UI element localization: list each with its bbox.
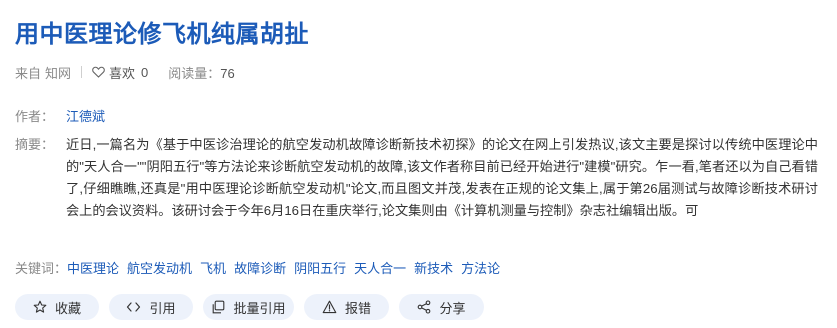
- batch-cite-label: 批量引用: [233, 300, 286, 316]
- keyword-link[interactable]: 飞机: [200, 258, 226, 280]
- author-link[interactable]: 江德斌: [66, 106, 105, 128]
- report-label: 报错: [344, 300, 371, 316]
- star-icon: [33, 300, 47, 313]
- source-label: 来自: [15, 65, 42, 81]
- action-bar: 收藏 引用 批量引用 报错 分享: [15, 294, 494, 320]
- batch-cite-button[interactable]: 批量引用: [203, 294, 294, 320]
- meta-divider: [81, 66, 83, 78]
- like-button[interactable]: 喜欢 0: [92, 63, 148, 82]
- share-icon: [418, 300, 431, 314]
- keywords-label: 关键词：: [15, 261, 68, 276]
- source-name: 知网: [45, 65, 72, 81]
- share-button[interactable]: 分享: [399, 294, 484, 320]
- like-count: 0: [141, 64, 149, 80]
- keyword-link[interactable]: 天人合一: [354, 258, 406, 280]
- keyword-link[interactable]: 中医理论: [67, 258, 119, 280]
- cite-button[interactable]: 引用: [109, 294, 193, 320]
- heart-icon: [92, 66, 105, 78]
- page-title: 用中医理论修飞机纯属胡扯: [15, 21, 309, 48]
- favorite-label: 收藏: [54, 300, 81, 316]
- reads-value: 76: [220, 65, 235, 81]
- warning-icon: [322, 300, 337, 314]
- favorite-button[interactable]: 收藏: [15, 294, 99, 320]
- code-icon: [127, 302, 141, 312]
- copy-icon: [213, 300, 225, 314]
- author-label: 作者：: [15, 109, 55, 124]
- cite-label: 引用: [149, 300, 176, 316]
- share-label: 分享: [439, 300, 466, 316]
- keyword-link[interactable]: 航空发动机: [127, 258, 192, 280]
- article-meta: 来自 知网 喜欢 0 阅读量：76: [15, 63, 235, 81]
- keyword-link[interactable]: 方法论: [461, 258, 500, 280]
- abstract-label: 摘要：: [15, 137, 55, 152]
- keyword-link[interactable]: 故障诊断: [234, 258, 286, 280]
- keyword-link[interactable]: 新技术: [414, 258, 453, 280]
- abstract-text: 近日,一篇名为《基于中医诊治理论的航空发动机故障诊断新技术初探》的论文在网上引发…: [66, 137, 818, 218]
- like-label: 喜欢: [109, 65, 136, 81]
- keywords-row: 关键词： 中医理论 航空发动机 飞机 故障诊断 阴阳五行 天人合一 新技术 方法…: [15, 258, 508, 280]
- reads-label: 阅读量：: [168, 65, 221, 81]
- read-count: 阅读量：76: [168, 63, 234, 82]
- keyword-link[interactable]: 阴阳五行: [294, 258, 346, 280]
- report-error-button[interactable]: 报错: [304, 294, 389, 320]
